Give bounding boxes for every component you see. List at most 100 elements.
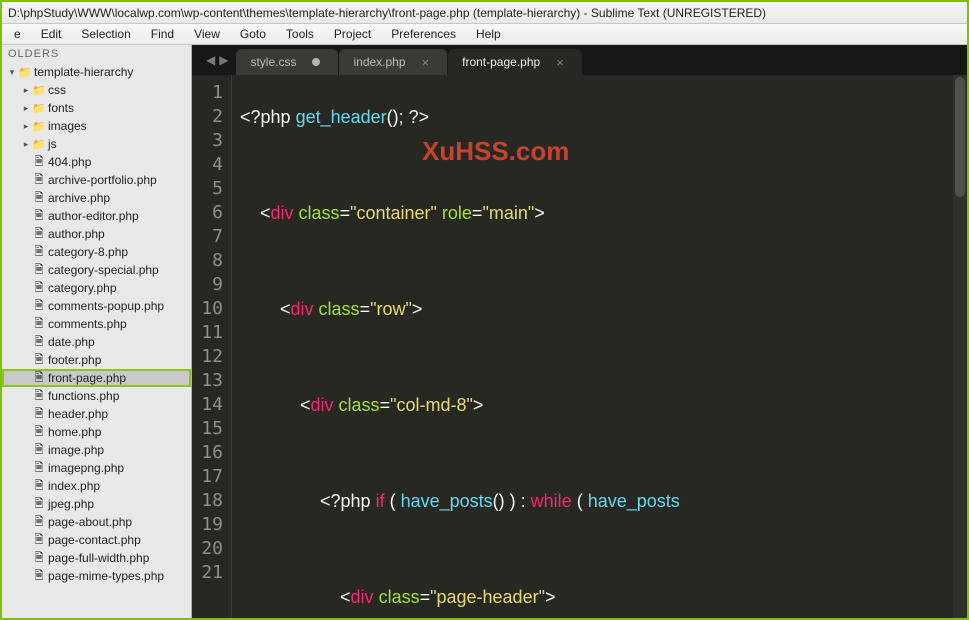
tree-file[interactable]: 🗎page-full-width.php — [2, 549, 191, 567]
tree-label: front-page.php — [48, 371, 126, 385]
tree-file[interactable]: 🗎category.php — [2, 279, 191, 297]
tree-label: home.php — [48, 425, 101, 439]
tab-front-page-php[interactable]: front-page.php× — [448, 49, 582, 75]
close-icon[interactable]: × — [556, 55, 564, 70]
tree-label: category.php — [48, 281, 117, 295]
sidebar: OLDERS ▾📁template-hierarchy▸📁css▸📁fonts▸… — [2, 45, 192, 618]
tree-file[interactable]: 🗎functions.php — [2, 387, 191, 405]
app-body: OLDERS ▾📁template-hierarchy▸📁css▸📁fonts▸… — [2, 45, 967, 618]
menu-selection[interactable]: Selection — [71, 25, 140, 43]
menu-find[interactable]: Find — [141, 25, 184, 43]
menu-project[interactable]: Project — [324, 25, 381, 43]
disclosure-arrow-icon[interactable]: ▸ — [20, 121, 32, 132]
line-number: 4 — [192, 153, 223, 177]
tree-file[interactable]: 🗎footer.php — [2, 351, 191, 369]
tree-label: functions.php — [48, 389, 119, 403]
folder-icon: 📁 — [18, 66, 32, 79]
sidebar-section-title: OLDERS — [2, 45, 191, 63]
tree-file[interactable]: 🗎image.php — [2, 441, 191, 459]
nav-back-icon[interactable]: ◀ — [206, 53, 215, 67]
tree-label: image.php — [48, 443, 104, 457]
tree-folder[interactable]: ▾📁template-hierarchy — [2, 63, 191, 81]
tree-file[interactable]: 🗎home.php — [2, 423, 191, 441]
tree-label: css — [48, 83, 66, 97]
tree-folder[interactable]: ▸📁fonts — [2, 99, 191, 117]
tree-file[interactable]: 🗎imagepng.php — [2, 459, 191, 477]
tab-index-php[interactable]: index.php× — [339, 49, 447, 75]
tree-file[interactable]: 🗎index.php — [2, 477, 191, 495]
tree-folder[interactable]: ▸📁css — [2, 81, 191, 99]
nav-fwd-icon[interactable]: ▶ — [219, 53, 228, 67]
tree-file[interactable]: 🗎page-contact.php — [2, 531, 191, 549]
folder-tree[interactable]: ▾📁template-hierarchy▸📁css▸📁fonts▸📁images… — [2, 63, 191, 618]
app-window: D:\phpStudy\WWW\localwp.com\wp-content\t… — [0, 0, 969, 620]
tree-file[interactable]: 🗎page-mime-types.php — [2, 567, 191, 585]
tree-file[interactable]: 🗎page-about.php — [2, 513, 191, 531]
file-icon: 🗎 — [32, 441, 46, 460]
code-editor[interactable]: <?php get_header(); ?> <div class="conta… — [232, 75, 953, 618]
tree-label: category-special.php — [48, 263, 159, 277]
tree-file[interactable]: 🗎author.php — [2, 225, 191, 243]
line-number: 6 — [192, 201, 223, 225]
menu-tools[interactable]: Tools — [276, 25, 324, 43]
line-number: 11 — [192, 321, 223, 345]
tab-nav-arrows[interactable]: ◀ ▶ — [198, 53, 236, 67]
file-icon: 🗎 — [32, 333, 46, 352]
tree-file[interactable]: 🗎category-special.php — [2, 261, 191, 279]
file-icon: 🗎 — [32, 225, 46, 244]
tree-label: js — [48, 137, 57, 151]
menu-help[interactable]: Help — [466, 25, 511, 43]
tree-file[interactable]: 🗎category-8.php — [2, 243, 191, 261]
file-icon: 🗎 — [32, 567, 46, 586]
tree-file[interactable]: 🗎header.php — [2, 405, 191, 423]
line-number: 12 — [192, 345, 223, 369]
tree-file[interactable]: 🗎404.php — [2, 153, 191, 171]
tree-label: template-hierarchy — [34, 65, 133, 79]
line-number: 8 — [192, 249, 223, 273]
tree-folder[interactable]: ▸📁images — [2, 117, 191, 135]
line-number: 10 — [192, 297, 223, 321]
disclosure-arrow-icon[interactable]: ▾ — [6, 67, 18, 78]
line-number: 7 — [192, 225, 223, 249]
tree-file[interactable]: 🗎archive-portfolio.php — [2, 171, 191, 189]
folder-icon: 📁 — [32, 120, 46, 133]
line-number: 5 — [192, 177, 223, 201]
scroll-thumb[interactable] — [955, 77, 965, 197]
tree-label: header.php — [48, 407, 108, 421]
window-titlebar: D:\phpStudy\WWW\localwp.com\wp-content\t… — [2, 2, 967, 24]
menu-e[interactable]: e — [4, 25, 31, 43]
tree-file[interactable]: 🗎author-editor.php — [2, 207, 191, 225]
menu-edit[interactable]: Edit — [31, 25, 72, 43]
vertical-scrollbar[interactable] — [953, 75, 967, 618]
close-icon[interactable]: × — [422, 55, 430, 70]
tree-label: author.php — [48, 227, 105, 241]
tree-file[interactable]: 🗎jpeg.php — [2, 495, 191, 513]
line-number: 16 — [192, 441, 223, 465]
tree-label: imagepng.php — [48, 461, 124, 475]
editor-column: ◀ ▶ style.cssindex.php×front-page.php× 1… — [192, 45, 967, 618]
menu-goto[interactable]: Goto — [230, 25, 276, 43]
tree-file[interactable]: 🗎comments.php — [2, 315, 191, 333]
folder-icon: 📁 — [32, 102, 46, 115]
disclosure-arrow-icon[interactable]: ▸ — [20, 85, 32, 96]
tree-file[interactable]: 🗎comments-popup.php — [2, 297, 191, 315]
tree-label: page-mime-types.php — [48, 569, 164, 583]
menu-view[interactable]: View — [184, 25, 230, 43]
line-number: 21 — [192, 561, 223, 585]
file-icon: 🗎 — [32, 513, 46, 532]
menu-preferences[interactable]: Preferences — [381, 25, 466, 43]
tree-label: fonts — [48, 101, 74, 115]
disclosure-arrow-icon[interactable]: ▸ — [20, 103, 32, 114]
tree-label: archive-portfolio.php — [48, 173, 157, 187]
tree-file[interactable]: 🗎date.php — [2, 333, 191, 351]
tab-style-css[interactable]: style.css — [236, 49, 338, 75]
tree-file[interactable]: 🗎front-page.php — [2, 369, 191, 387]
tab-bar: ◀ ▶ style.cssindex.php×front-page.php× — [192, 45, 967, 75]
window-title: D:\phpStudy\WWW\localwp.com\wp-content\t… — [8, 6, 766, 20]
file-icon: 🗎 — [32, 261, 46, 280]
tree-folder[interactable]: ▸📁js — [2, 135, 191, 153]
file-icon: 🗎 — [32, 351, 46, 370]
disclosure-arrow-icon[interactable]: ▸ — [20, 139, 32, 150]
tree-file[interactable]: 🗎archive.php — [2, 189, 191, 207]
line-number: 13 — [192, 369, 223, 393]
